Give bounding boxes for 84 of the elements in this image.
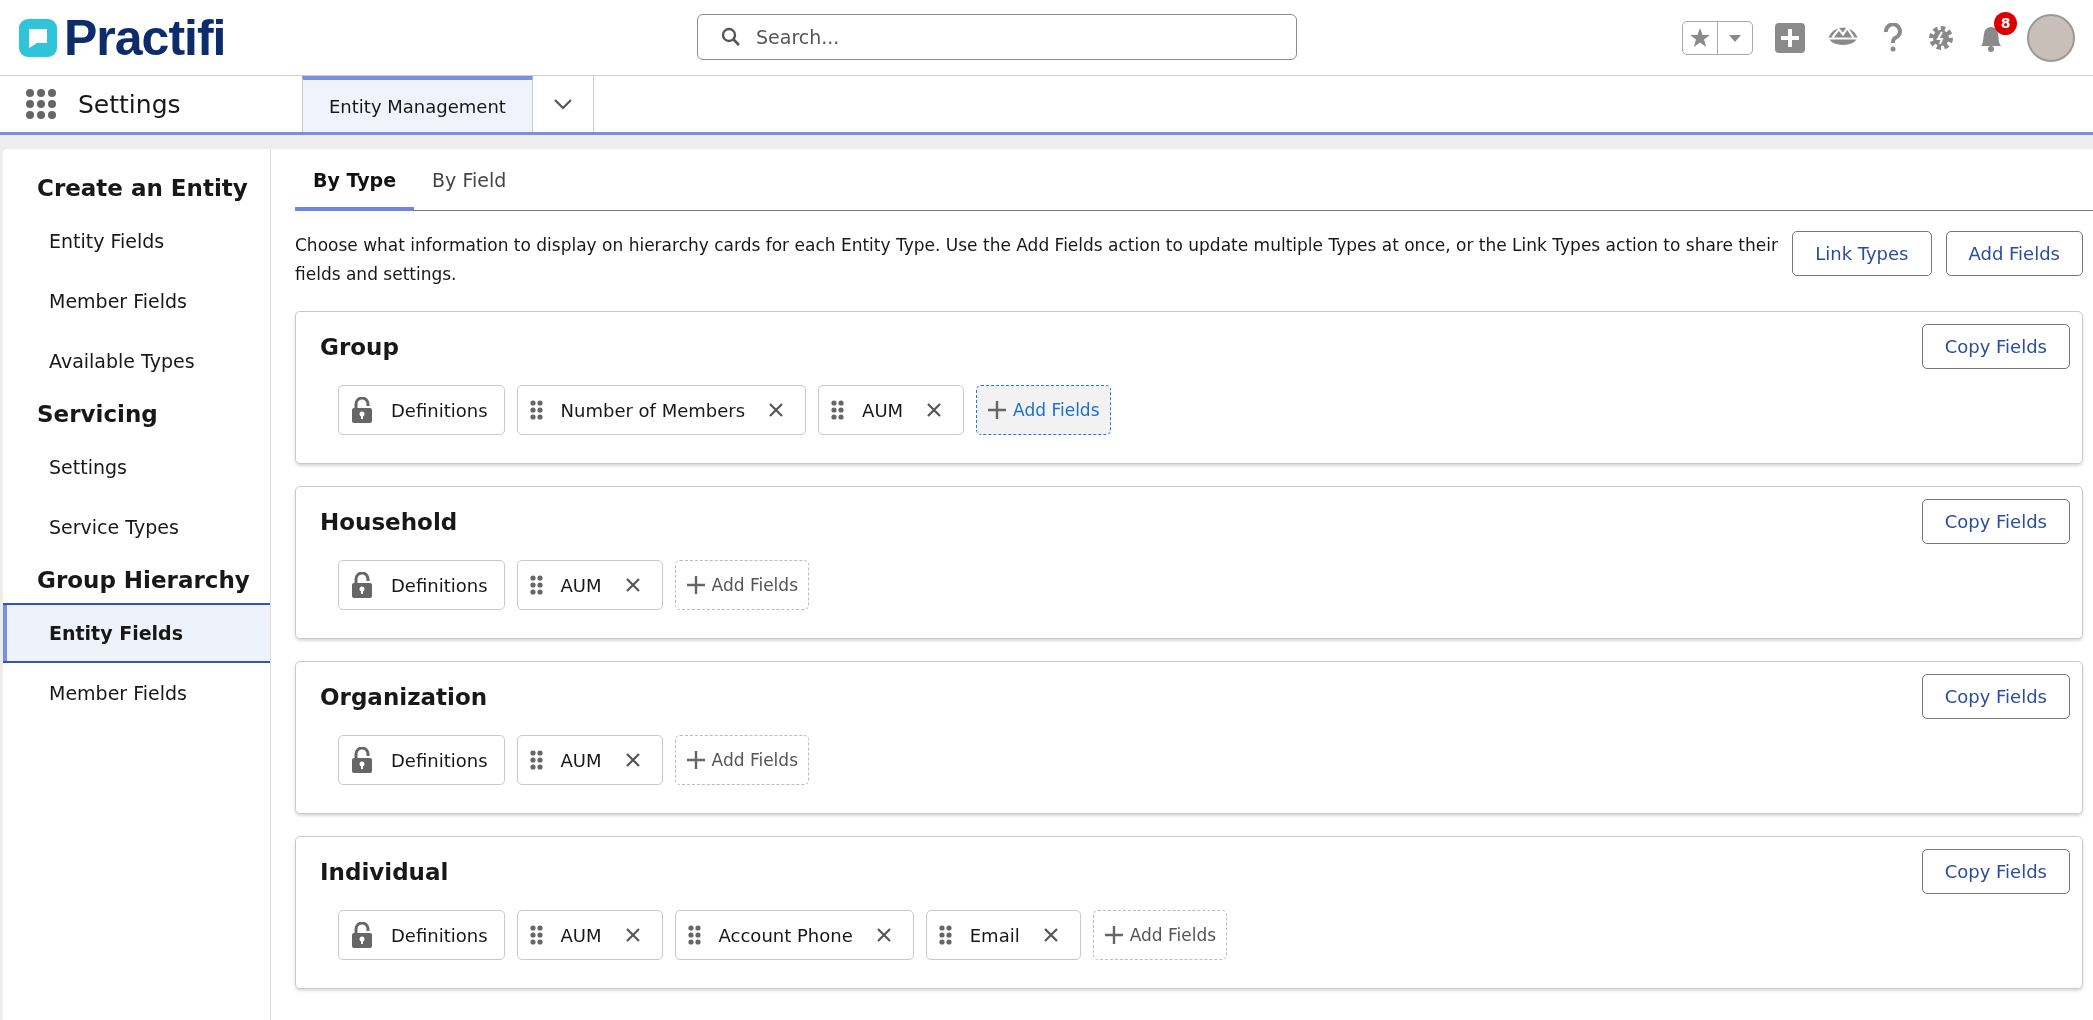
drag-handle-icon <box>529 925 543 945</box>
sidebar-item[interactable]: Member Fields <box>3 663 270 723</box>
close-icon <box>767 401 786 419</box>
field-label: AUM <box>560 924 602 946</box>
field-label: Number of Members <box>560 399 746 421</box>
copy-fields-button[interactable]: Copy Fields <box>1921 499 2070 544</box>
sidebar-item[interactable]: Service Types <box>3 497 270 557</box>
favorites-button[interactable] <box>1682 20 1753 55</box>
card-title: Individual <box>320 858 449 885</box>
field-chip[interactable]: AUM <box>516 735 663 785</box>
card-title: Group <box>320 333 399 360</box>
sidebar-item[interactable]: Settings <box>3 437 270 497</box>
copy-fields-button[interactable]: Copy Fields <box>1921 674 2070 719</box>
caret-icon <box>1728 32 1742 43</box>
field-label: AUM <box>560 749 602 771</box>
sidebar-item[interactable]: Entity Fields <box>3 211 270 271</box>
field-label: Account Phone <box>718 924 853 946</box>
lock-icon <box>351 922 373 948</box>
sidebar-item[interactable]: Entity Fields <box>3 603 270 663</box>
sidebar-heading: Group Hierarchy <box>36 566 251 595</box>
plus-icon <box>685 575 706 595</box>
add-icon <box>1775 22 1805 53</box>
add-fields-button[interactable]: Add Fields <box>1945 231 2083 276</box>
sidebar-heading: Servicing <box>36 400 159 429</box>
drag-handle-icon <box>687 925 701 945</box>
copy-fields-button[interactable]: Copy Fields <box>1921 324 2070 369</box>
description-text: Choose what information to display on hierarchy cards for each Entity Type. Use the Add Fields action to update multiple Types at once, or the Link Types action to share their fields and settings. <box>295 234 1779 286</box>
chevron-down-icon <box>552 96 573 112</box>
field-chip[interactable]: Email <box>925 910 1081 960</box>
plus-icon <box>1103 925 1124 945</box>
close-icon <box>623 576 642 594</box>
drag-handle-icon <box>831 400 845 420</box>
star-icon <box>1689 27 1711 48</box>
notification-badge: 8 <box>1994 11 2017 35</box>
card-title: Household <box>320 508 458 535</box>
lock-icon <box>351 572 373 598</box>
plus-icon <box>987 400 1008 420</box>
field-label: Definitions <box>391 574 488 596</box>
close-icon <box>623 751 642 769</box>
sidebar-heading: Create an Entity <box>36 174 249 203</box>
drag-handle-icon <box>529 750 543 770</box>
card-title: Organization <box>320 683 488 710</box>
tab[interactable]: By Type <box>295 149 415 211</box>
help-icon <box>1881 22 1905 53</box>
close-icon <box>1041 926 1060 944</box>
drag-handle-icon <box>529 400 543 420</box>
field-chip[interactable]: AUM <box>516 560 663 610</box>
plus-icon <box>685 750 706 770</box>
lock-icon <box>351 397 373 423</box>
field-label: AUM <box>560 574 602 596</box>
drag-handle-icon <box>529 575 543 595</box>
app-launcher-icon <box>26 89 56 119</box>
field-label: Email <box>969 924 1020 946</box>
lock-icon <box>351 747 373 773</box>
link-types-button[interactable]: Link Types <box>1792 231 1932 276</box>
field-label: Definitions <box>391 399 488 421</box>
field-label: Definitions <box>391 924 488 946</box>
field-chip[interactable]: Number of Members <box>516 385 807 435</box>
add-fields-button[interactable]: Add Fields <box>1092 910 1228 960</box>
sidebar-item[interactable]: Member Fields <box>3 271 270 331</box>
app-title: Settings <box>78 88 182 121</box>
tab[interactable]: By Field <box>414 149 525 211</box>
drag-handle-icon <box>938 925 952 945</box>
mountain-icon <box>1827 27 1859 48</box>
logo-mark-icon <box>18 17 58 58</box>
avatar[interactable] <box>2027 13 2075 62</box>
field-chip[interactable]: AUM <box>818 385 965 435</box>
sidebar-item[interactable]: Available Types <box>3 331 270 391</box>
add-fields-button[interactable]: Add Fields <box>976 385 1111 435</box>
add-fields-button[interactable]: Add Fields <box>674 560 809 610</box>
close-icon <box>874 926 893 944</box>
logo-text: Practifi <box>64 8 226 67</box>
field-label: Definitions <box>391 749 488 771</box>
add-fields-button[interactable]: Add Fields <box>674 735 809 785</box>
search-icon <box>721 27 741 47</box>
nav-tab[interactable]: Entity Management <box>302 76 533 132</box>
copy-fields-button[interactable]: Copy Fields <box>1921 849 2070 894</box>
field-chip[interactable]: Account Phone <box>674 910 914 960</box>
field-chip[interactable]: AUM <box>516 910 663 960</box>
close-icon <box>925 401 944 419</box>
field-label: AUM <box>862 399 904 421</box>
close-icon <box>623 926 642 944</box>
search-field[interactable]: Search... <box>697 14 1297 60</box>
settings-icon <box>1927 23 1955 52</box>
